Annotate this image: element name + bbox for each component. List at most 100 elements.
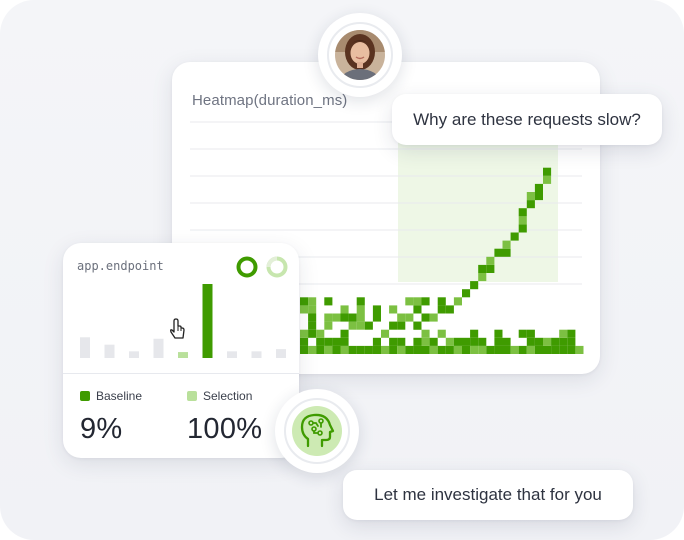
heatmap-cell [389,321,398,330]
heatmap-cell [389,305,398,314]
heatmap-cell [348,313,357,322]
heatmap-cell [372,305,381,314]
heatmap-cell [534,183,543,192]
heatmap-cell [421,297,430,306]
heatmap-cell [551,345,560,354]
heatmap-cell [494,248,503,257]
heatmap-cell [518,224,527,233]
heatmap-cell [397,321,406,330]
heatmap-cell [340,329,349,338]
heatmap-cell [372,337,381,346]
heatmap-cell [526,192,535,201]
heatmap-cell [300,305,309,314]
heatmap-cell [543,337,552,346]
endpoint-bar[interactable] [227,351,237,358]
heatmap-cell [543,175,552,184]
heatmap-cell [559,345,568,354]
heatmap-cell [340,345,349,354]
heatmap-cell [429,337,438,346]
heatmap-cell [534,337,543,346]
heatmap-title: Heatmap(duration_ms) [192,92,348,109]
heatmap-cell [413,297,422,306]
heatmap-cell [356,345,365,354]
heatmap-cell [356,321,365,330]
heatmap-cell [502,248,511,257]
heatmap-cell [413,305,422,314]
heatmap-cell [510,345,519,354]
heatmap-cell [502,337,511,346]
heatmap-cell [316,337,325,346]
toggle-on-icon[interactable] [236,256,258,278]
heatmap-cell [445,337,454,346]
heatmap-cell [308,329,317,338]
heatmap-cell [526,345,535,354]
endpoint-bar[interactable] [276,349,286,358]
heatmap-cell [478,337,487,346]
heatmap-cell [308,313,317,322]
heatmap-cell [567,337,576,346]
heatmap-cell [445,345,454,354]
heatmap-cell [518,216,527,225]
heatmap-cell [551,337,560,346]
legend-selection-label: Selection [203,389,253,403]
heatmap-cell [437,297,446,306]
endpoint-card[interactable]: app.endpoint Baseline Selection 9% 100% [63,243,299,458]
selection-region[interactable] [398,136,558,282]
heatmap-cell [324,337,333,346]
heatmap-cell [324,321,333,330]
heatmap-cell [356,305,365,314]
heatmap-cell [429,345,438,354]
heatmap-cell [405,297,414,306]
heatmap-cell [453,337,462,346]
endpoint-bar-chart[interactable] [63,243,299,373]
endpoint-bar[interactable] [178,352,188,358]
heatmap-cell [381,329,390,338]
brain-circuit-icon [284,398,350,464]
endpoint-bar[interactable] [129,351,139,358]
selection-swatch [187,391,197,401]
legend-baseline-label: Baseline [96,389,143,403]
heatmap-cell [397,345,406,354]
heatmap-cell [308,345,317,354]
heatmap-cell [462,337,471,346]
ai-avatar [275,389,359,473]
heatmap-cell [300,337,309,346]
heatmap-cell [413,321,422,330]
heatmap-cell [405,345,414,354]
toggle-off-icon[interactable] [266,256,288,278]
heatmap-cell [348,345,357,354]
heatmap-cell [437,305,446,314]
baseline-percent: 9% [80,413,123,445]
heatmap-cell [575,345,584,354]
endpoint-bar[interactable] [104,344,115,358]
heatmap-cell [478,345,487,354]
heatmap-cell [470,337,479,346]
heatmap-cell [364,345,373,354]
heatmap-cell [502,240,511,249]
heatmap-cell [308,321,317,330]
heatmap-cell [543,167,552,176]
heatmap-cell [543,345,552,354]
heatmap-cell [559,329,568,338]
heatmap-cell [316,329,325,338]
endpoint-bar[interactable] [153,338,164,358]
baseline-swatch [80,391,90,401]
endpoint-bar[interactable] [80,337,90,358]
endpoint-bar[interactable] [251,351,262,358]
user-question-bubble: Why are these requests slow? [392,94,662,145]
heatmap-cell [332,337,341,346]
heatmap-cell [429,313,438,322]
heatmap-cell [486,264,495,273]
heatmap-cell [534,345,543,354]
heatmap-cell [453,297,462,306]
user-avatar-photo [327,22,393,88]
heatmap-cell [389,345,398,354]
card-divider [63,373,299,374]
heatmap-cell [372,345,381,354]
heatmap-cell [518,208,527,217]
heatmap-cell [494,329,503,338]
endpoint-bar[interactable] [202,284,213,358]
heatmap-cell [567,345,576,354]
legend-selection: Selection [187,389,252,403]
heatmap-cell [510,232,519,241]
